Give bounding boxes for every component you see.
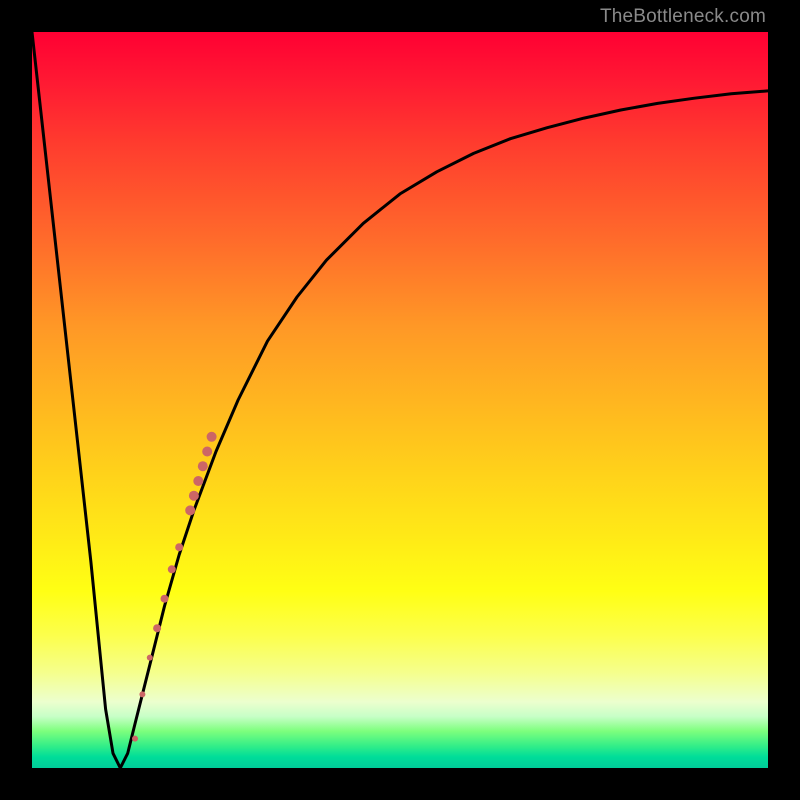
data-marker: [207, 432, 217, 442]
marker-group: [132, 432, 217, 742]
chart-frame: TheBottleneck.com: [0, 0, 800, 800]
data-marker: [185, 505, 195, 515]
data-marker: [189, 491, 199, 501]
plot-area: [32, 32, 768, 768]
data-marker: [147, 655, 153, 661]
data-marker: [132, 736, 138, 742]
data-marker: [161, 595, 169, 603]
data-marker: [198, 461, 208, 471]
watermark-text: TheBottleneck.com: [600, 6, 766, 28]
data-marker: [168, 565, 176, 573]
data-marker: [153, 624, 161, 632]
chart-svg: [32, 32, 768, 768]
data-marker: [139, 691, 145, 697]
bottleneck-curve: [32, 32, 768, 768]
data-marker: [175, 543, 183, 551]
data-marker: [193, 476, 203, 486]
data-marker: [202, 447, 212, 457]
